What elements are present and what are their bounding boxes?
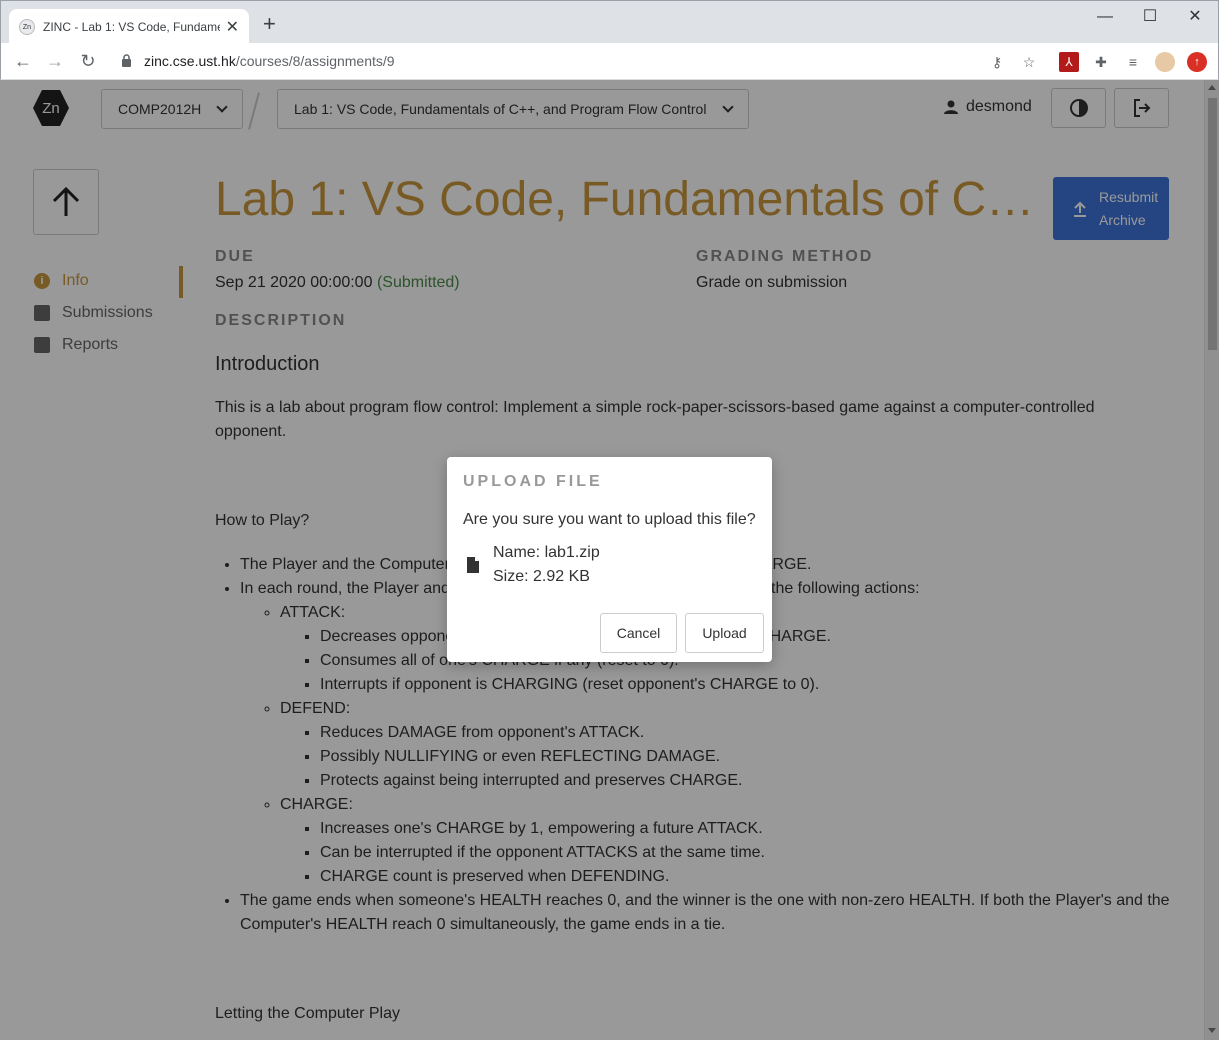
- bookmark-star-icon[interactable]: ☆: [1019, 52, 1039, 72]
- file-icon: [467, 557, 479, 573]
- close-window-icon[interactable]: ✕: [1172, 5, 1218, 29]
- browser-tab-strip: Zn ZINC - Lab 1: VS Code, Fundamentals o…: [0, 0, 1219, 45]
- pdf-extension-icon[interactable]: ⅄: [1059, 52, 1079, 72]
- browser-tab[interactable]: Zn ZINC - Lab 1: VS Code, Fundamentals o…: [9, 9, 249, 45]
- dialog-title: UPLOAD FILE: [463, 473, 603, 490]
- cancel-button[interactable]: Cancel: [600, 613, 677, 653]
- address-bar[interactable]: zinc.cse.ust.hk/courses/8/assignments/9: [144, 53, 395, 69]
- new-tab-icon[interactable]: +: [263, 13, 276, 35]
- back-icon[interactable]: ←: [11, 49, 35, 73]
- url-path: /courses/8/assignments/9: [235, 53, 395, 69]
- zinc-favicon-icon: Zn: [19, 19, 35, 35]
- file-name: Name: lab1.zip: [493, 544, 600, 561]
- profile-avatar-icon[interactable]: [1155, 52, 1175, 72]
- tab-title: ZINC - Lab 1: VS Code, Fundamentals of C…: [43, 20, 220, 34]
- close-tab-icon[interactable]: ✕: [226, 17, 239, 37]
- forward-icon[interactable]: →: [43, 49, 67, 73]
- maximize-icon[interactable]: ☐: [1127, 5, 1173, 29]
- file-size: Size: 2.92 KB: [493, 568, 590, 585]
- lock-icon[interactable]: [121, 54, 132, 67]
- upload-file-dialog: UPLOAD FILE Are you sure you want to upl…: [447, 457, 772, 662]
- dialog-question: Are you sure you want to upload this fil…: [463, 511, 756, 528]
- update-icon[interactable]: ↑: [1187, 52, 1207, 72]
- reload-icon[interactable]: ↻: [76, 49, 100, 73]
- extensions-puzzle-icon[interactable]: ✚: [1091, 52, 1111, 72]
- browser-toolbar: ← → ↻ zinc.cse.ust.hk/courses/8/assignme…: [0, 43, 1219, 80]
- url-host: zinc.cse.ust.hk: [144, 53, 236, 69]
- upload-button[interactable]: Upload: [685, 613, 764, 653]
- file-details: Name: lab1.zip Size: 2.92 KB: [493, 541, 600, 589]
- minimize-icon[interactable]: —: [1082, 5, 1128, 29]
- key-icon[interactable]: ⚷: [987, 52, 1007, 72]
- media-queue-icon[interactable]: ≡: [1123, 52, 1143, 72]
